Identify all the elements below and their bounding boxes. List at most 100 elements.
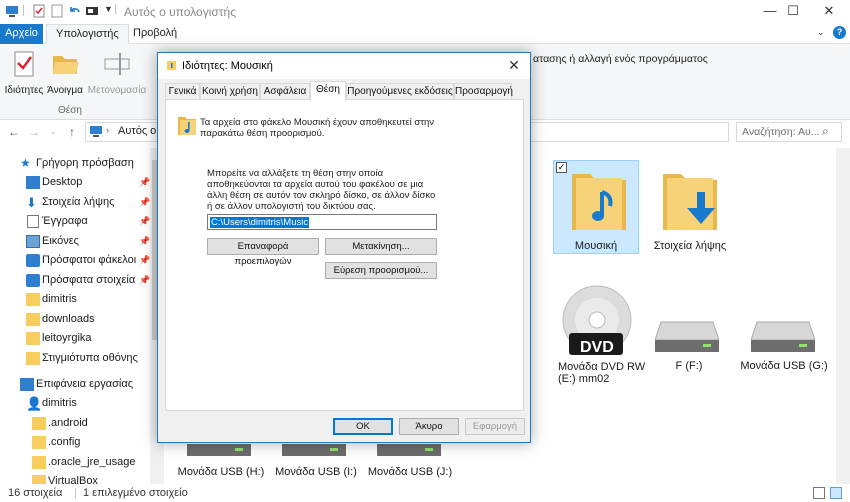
file-explorer-window: | ▼ | Αυτός ο υπολογιστής — ☐ ✕ Αρχείο Υ… (0, 0, 850, 502)
content-scrollbar[interactable] (836, 148, 850, 484)
location-panel: Τα αρχεία στο φάκελο Μουσική έχουν αποθη… (165, 99, 524, 411)
nav-item-recent-folders[interactable]: Πρόσφατοι φάκελοι 📌 (0, 251, 150, 271)
ribbon-group-label: Θέση (58, 105, 82, 116)
tab-customize[interactable]: Προσαρμογή (454, 83, 513, 100)
pin-icon: 📌 (139, 197, 151, 207)
back-icon[interactable]: ← (6, 124, 22, 140)
properties-label: Ιδιότητες (4, 85, 44, 96)
tab-file[interactable]: Αρχείο (0, 24, 43, 44)
close-button[interactable]: ✕ (806, 0, 850, 24)
properties-icon[interactable] (32, 4, 46, 18)
rename-button[interactable]: Μετονομασία (86, 48, 148, 96)
tab-computer[interactable]: Υπολογιστής (46, 24, 129, 44)
ribbon-uninstall-text[interactable]: ατασης ή αλλαγή ενός προγράμματος (533, 52, 713, 66)
pin-icon: 📌 (139, 255, 151, 265)
details-view-icon[interactable] (813, 487, 825, 499)
usb-drive-icon[interactable] (751, 320, 815, 354)
open-button[interactable]: Άνοιγμα (45, 48, 85, 96)
properties-button[interactable]: Ιδιότητες (4, 48, 44, 96)
tab-location[interactable]: Θέση (310, 81, 346, 101)
apply-button[interactable]: Εφαρμογή (465, 418, 525, 435)
nav-item-recent-items[interactable]: Πρόσφατα στοιχεία 📌 (0, 271, 150, 291)
nav-item-android[interactable]: .android (0, 414, 150, 434)
restore-defaults-button[interactable]: Επαναφορά προεπιλογών (207, 238, 319, 267)
new-folder-icon[interactable] (50, 4, 64, 18)
pin-icon: 📌 (139, 216, 151, 226)
properties-dialog: Ιδιότητες: Μουσική ✕ Γενικά Κοινή χρήση … (157, 52, 531, 443)
tab-general[interactable]: Γενικά (165, 83, 200, 100)
chevron-right-icon[interactable]: › (106, 125, 109, 135)
ok-button[interactable]: OK (333, 418, 393, 435)
recent-folders-icon (26, 254, 40, 267)
computer-icon (6, 6, 18, 17)
nav-item-downloads[interactable]: ⬇ Στοιχεία λήψης 📌 (0, 193, 150, 213)
nav-item-desktop[interactable]: Desktop 📌 (0, 173, 150, 193)
drive-icon[interactable] (655, 320, 719, 354)
nav-item-oracle[interactable]: .oracle_jre_usage (0, 453, 150, 473)
nav-label: leitoyrgika (42, 332, 92, 344)
large-icons-view-icon[interactable] (830, 487, 842, 499)
find-target-button[interactable]: Εύρεση προορισμού... (325, 262, 437, 279)
path-field[interactable]: C:\Users\dimitris\Music (207, 214, 437, 230)
navigation-pane: ★ Γρήγορη πρόσβαση Desktop 📌 ⬇ Στοιχεία … (0, 148, 164, 484)
nav-quick-access[interactable]: ★ Γρήγορη πρόσβαση (0, 154, 150, 174)
properties-icon (14, 51, 34, 77)
folder-icon (32, 475, 46, 484)
dvd-drive-label-1: Μονάδα DVD RW (558, 361, 646, 373)
desc-line-2: αποθηκεύονται τα αρχεία αυτού του φακέλο… (207, 179, 424, 190)
nav-label: Πρόσφατα στοιχεία (42, 274, 136, 286)
documents-icon (27, 215, 39, 228)
dvd-badge: DVD (580, 339, 614, 356)
nav-label: Στιγμιότυπα οθόνης (42, 352, 138, 364)
pin-icon: 📌 (139, 236, 151, 246)
undo-icon[interactable] (67, 4, 81, 18)
nav-label: Στοιχεία λήψης (42, 196, 115, 208)
tab-sharing[interactable]: Κοινή χρήση (200, 83, 260, 100)
nav-item-dimitris[interactable]: dimitris (0, 290, 150, 310)
downloads-folder-label: Στοιχεία λήψης (653, 240, 727, 252)
usb-j-label: Μονάδα USB (J:) (367, 466, 453, 478)
tab-previous-versions[interactable]: Προηγούμενες εκδόσεις (346, 83, 454, 100)
recent-locations-icon[interactable]: ⌄ (45, 124, 61, 140)
folder-icon (32, 456, 46, 469)
cancel-button[interactable]: Άκυρο (399, 418, 459, 435)
nav-label: .oracle_jre_usage (48, 456, 136, 468)
title-bar: | ▼ | Αυτός ο υπολογιστής — ☐ ✕ (0, 0, 850, 24)
music-folder-icon (167, 61, 176, 70)
move-button[interactable]: Μετακίνηση... (325, 238, 437, 255)
desc-line-1: Μπορείτε να αλλάξετε τη θέση στην οποία (207, 168, 384, 179)
nav-item-documents[interactable]: Έγγραφα 📌 (0, 212, 150, 232)
user-icon: 👤 (26, 396, 43, 411)
nav-item-downloads-folder[interactable]: downloads (0, 310, 150, 330)
nav-item-leitoyrgika[interactable]: leitoyrgika (0, 329, 150, 349)
nav-item-pictures[interactable]: Εικόνες 📌 (0, 232, 150, 252)
nav-item-desktop-root[interactable]: Επιφάνεια εργασίας (0, 375, 150, 395)
tab-security[interactable]: Ασφάλεια (260, 83, 310, 100)
chevron-down-icon[interactable]: ⌄ (817, 27, 825, 38)
selected-count: 1 επιλεγμένο στοιχείο (83, 487, 188, 499)
help-icon[interactable]: ? (833, 26, 846, 39)
downloads-folder-icon[interactable] (657, 168, 723, 234)
folder-icon (26, 313, 40, 326)
customize-toolbar-icon[interactable]: ▼ (104, 4, 113, 14)
music-folder-icon (572, 174, 626, 230)
nav-item-screenshots[interactable]: Στιγμιότυπα οθόνης (0, 349, 150, 369)
info-line-2: παρακάτω θέση προορισμού. (200, 128, 325, 139)
rename-icon[interactable] (85, 4, 99, 18)
nav-item-config[interactable]: .config (0, 433, 150, 453)
nav-label: .config (48, 436, 81, 448)
status-bar: 16 στοιχεία | 1 επιλεγμένο στοιχείο (0, 484, 850, 502)
search-icon: ⌕ (822, 124, 829, 138)
up-icon[interactable]: ↑ (64, 124, 80, 140)
forward-icon[interactable]: → (26, 124, 42, 140)
download-icon: ⬇ (26, 195, 37, 210)
nav-label: Έγγραφα (42, 215, 88, 227)
nav-item-virtualbox[interactable]: VirtualBox (0, 472, 150, 484)
nav-label: Επιφάνεια εργασίας (36, 378, 134, 390)
dialog-close-button[interactable]: ✕ (504, 57, 524, 75)
nav-item-user[interactable]: 👤 dimitris (0, 394, 150, 414)
nav-label: Πρόσφατοι φάκελοι (42, 254, 137, 266)
desc-line-3: άλλη θέση σε αυτόν τον σκληρό δίσκο, σε … (207, 190, 436, 201)
tab-view[interactable]: Προβολή (124, 24, 186, 44)
nav-label: VirtualBox (48, 475, 98, 484)
